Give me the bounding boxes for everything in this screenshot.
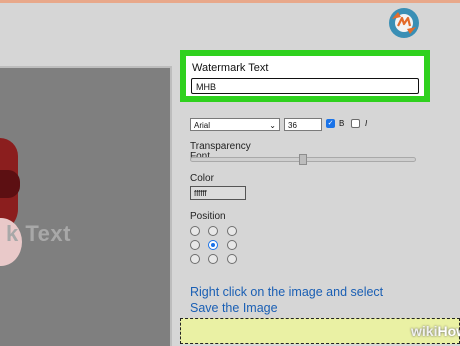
font-family-select[interactable]: Arial ⌄ <box>190 118 280 131</box>
watermark-text-input[interactable]: MHB <box>191 78 419 94</box>
color-input[interactable]: ffffff <box>190 186 246 200</box>
image-preview[interactable]: k Text <box>0 66 172 346</box>
position-radio-bottom-center[interactable] <box>208 254 218 264</box>
italic-label: I <box>365 119 368 128</box>
position-radio-bottom-right[interactable] <box>227 254 237 264</box>
bold-label: B <box>339 119 345 128</box>
position-radio-middle-left[interactable] <box>190 240 200 250</box>
watermark-text-label: Watermark Text <box>192 62 269 74</box>
slider-thumb[interactable] <box>299 154 307 165</box>
position-radio-top-left[interactable] <box>190 226 200 236</box>
instruction-line-2: Save the Image <box>190 301 278 315</box>
position-label: Position <box>190 211 226 222</box>
color-label: Color <box>190 173 214 184</box>
wikihow-watermark: wikiHow <box>411 323 460 339</box>
wikihow-how: How <box>437 323 460 339</box>
top-accent-line <box>0 0 460 3</box>
position-radio-bottom-left[interactable] <box>190 254 200 264</box>
font-family-value: Arial <box>194 121 211 130</box>
watermark-highlight-box: Watermark Text MHB <box>180 50 430 102</box>
position-radio-middle-right[interactable] <box>227 240 237 250</box>
chevron-down-icon: ⌄ <box>269 121 276 130</box>
font-size-input[interactable]: 36 <box>284 118 322 131</box>
position-radio-top-center[interactable] <box>208 226 218 236</box>
instruction-line-1: Right click on the image and select <box>190 285 384 299</box>
preview-watermark-text: k Text <box>6 221 71 246</box>
bold-checkbox[interactable]: ✓ <box>326 119 335 128</box>
italic-checkbox[interactable] <box>351 119 360 128</box>
wikihow-wiki: wiki <box>411 323 438 339</box>
preview-hair-shadow <box>0 170 20 198</box>
transparency-slider[interactable] <box>190 154 416 165</box>
position-radio-center[interactable] <box>208 240 218 250</box>
transparency-label: Transparency <box>190 141 251 152</box>
app-logo-icon <box>389 8 419 38</box>
save-instruction: Right click on the image and select Save… <box>190 284 450 316</box>
position-radio-top-right[interactable] <box>227 226 237 236</box>
